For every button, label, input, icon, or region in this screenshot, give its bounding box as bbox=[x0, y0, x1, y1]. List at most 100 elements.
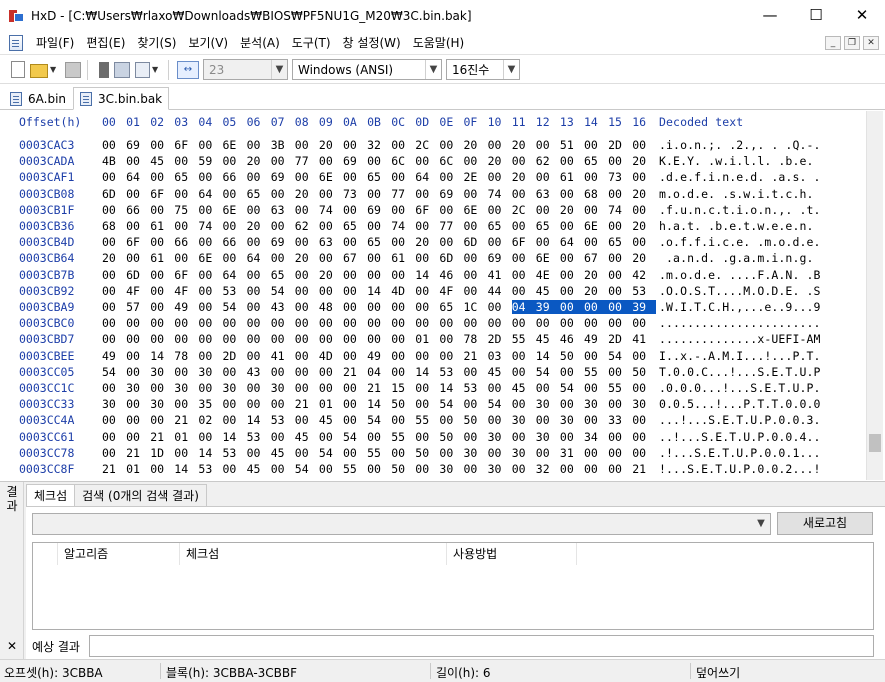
hex-byte[interactable]: 65 bbox=[247, 187, 269, 201]
hex-byte[interactable]: 35 bbox=[198, 397, 220, 411]
hex-byte[interactable]: 00 bbox=[223, 154, 245, 168]
hex-byte[interactable]: 00 bbox=[247, 446, 269, 460]
hex-byte[interactable]: 00 bbox=[198, 349, 220, 363]
offset-base-combo[interactable]: 16진수 ▼ bbox=[446, 59, 520, 80]
hex-byte[interactable]: 00 bbox=[560, 462, 582, 476]
hex-row[interactable]: 0003CAF1 00 64 00 65 00 66 00 69 00 6E 00 65 00 64 00 2E… bbox=[2, 170, 867, 186]
hex-byte[interactable]: 00 bbox=[150, 316, 172, 330]
hex-byte[interactable]: 00 bbox=[198, 316, 220, 330]
hex-byte[interactable]: 00 bbox=[102, 300, 124, 314]
decoded-text[interactable]: .i.o.n.;. .2.,. . .Q.-. bbox=[659, 138, 821, 152]
document-icon[interactable] bbox=[9, 35, 23, 51]
hex-byte[interactable]: 00 bbox=[536, 138, 558, 152]
hex-byte[interactable]: 00 bbox=[464, 365, 486, 379]
hex-byte[interactable]: 6E bbox=[198, 251, 220, 265]
hex-byte[interactable]: 62 bbox=[295, 219, 317, 233]
hex-byte[interactable]: 67 bbox=[584, 251, 606, 265]
hex-byte[interactable]: 3B bbox=[271, 138, 293, 152]
hex-byte[interactable]: 00 bbox=[271, 316, 293, 330]
hex-byte[interactable]: 00 bbox=[464, 316, 486, 330]
hex-byte[interactable]: 61 bbox=[150, 219, 172, 233]
hex-byte[interactable]: 63 bbox=[271, 203, 293, 217]
hex-byte[interactable]: 53 bbox=[223, 446, 245, 460]
hex-byte[interactable]: 55 bbox=[415, 413, 437, 427]
hex-byte[interactable]: 00 bbox=[343, 349, 365, 363]
hex-byte[interactable]: 4D bbox=[391, 284, 413, 298]
copy-icon[interactable] bbox=[114, 61, 130, 78]
hex-byte[interactable]: 00 bbox=[126, 187, 148, 201]
hex-byte[interactable]: 00 bbox=[608, 430, 630, 444]
hex-byte[interactable]: 30 bbox=[584, 397, 606, 411]
hex-byte[interactable]: 00 bbox=[319, 154, 341, 168]
hex-byte[interactable]: 43 bbox=[247, 365, 269, 379]
hex-byte[interactable]: 63 bbox=[536, 187, 558, 201]
hex-byte[interactable]: 00 bbox=[150, 332, 172, 346]
hex-byte[interactable]: 49 bbox=[367, 349, 389, 363]
hex-byte[interactable]: 6D bbox=[126, 268, 148, 282]
hex-byte[interactable]: 41 bbox=[271, 349, 293, 363]
hex-byte[interactable]: 30 bbox=[102, 397, 124, 411]
hex-byte[interactable]: 00 bbox=[343, 332, 365, 346]
hex-byte[interactable]: 00 bbox=[102, 413, 124, 427]
hex-byte[interactable]: 68 bbox=[102, 219, 124, 233]
hex-byte[interactable]: 00 bbox=[102, 268, 124, 282]
hex-byte[interactable]: 30 bbox=[560, 413, 582, 427]
hex-byte[interactable]: 77 bbox=[439, 219, 461, 233]
hex-byte[interactable]: 21 bbox=[464, 349, 486, 363]
hex-byte[interactable]: 00 bbox=[560, 154, 582, 168]
hex-byte[interactable]: 00 bbox=[343, 284, 365, 298]
hex-byte[interactable]: 00 bbox=[439, 349, 461, 363]
hex-byte[interactable]: 20 bbox=[295, 251, 317, 265]
hex-byte[interactable]: 00 bbox=[198, 268, 220, 282]
hex-byte[interactable]: 64 bbox=[198, 187, 220, 201]
hex-byte[interactable]: 21 bbox=[102, 462, 124, 476]
hex-byte[interactable]: 64 bbox=[126, 170, 148, 184]
hex-byte[interactable]: 14 bbox=[415, 365, 437, 379]
hex-byte[interactable]: 00 bbox=[343, 203, 365, 217]
hex-byte[interactable]: 42 bbox=[632, 268, 654, 282]
hex-row[interactable]: 0003CB1F 00 66 00 75 00 6E 00 63 00 74 00 69 00 6F 00 6E… bbox=[2, 203, 867, 219]
hex-byte[interactable]: 65 bbox=[536, 219, 558, 233]
hex-byte[interactable]: 00 bbox=[295, 349, 317, 363]
hex-byte[interactable]: 00 bbox=[223, 462, 245, 476]
hex-byte[interactable]: 14 bbox=[198, 446, 220, 460]
hex-byte[interactable]: 00 bbox=[319, 430, 341, 444]
hex-byte[interactable]: 00 bbox=[559, 300, 584, 314]
hex-byte[interactable]: 50 bbox=[391, 462, 413, 476]
hex-byte[interactable]: 46 bbox=[560, 332, 582, 346]
hex-byte[interactable]: 00 bbox=[367, 251, 389, 265]
menu-help[interactable]: 도움말(H) bbox=[407, 32, 471, 54]
hex-row[interactable]: 0003CB7B 00 6D 00 6F 00 64 00 65 00 20 00 00 00 14 46 00… bbox=[2, 268, 867, 284]
hex-byte[interactable]: 00 bbox=[512, 316, 534, 330]
hex-byte[interactable]: 00 bbox=[560, 251, 582, 265]
hex-byte[interactable]: 00 bbox=[584, 349, 606, 363]
hex-byte[interactable]: 00 bbox=[223, 397, 245, 411]
hex-byte[interactable]: 50 bbox=[439, 430, 461, 444]
hex-byte[interactable]: 59 bbox=[198, 154, 220, 168]
hex-byte[interactable]: 00 bbox=[367, 187, 389, 201]
hex-byte[interactable]: 00 bbox=[536, 203, 558, 217]
hex-byte[interactable]: 6D bbox=[439, 251, 461, 265]
hex-byte[interactable]: 45 bbox=[512, 381, 534, 395]
hex-byte[interactable]: 54 bbox=[608, 349, 630, 363]
hex-byte[interactable]: 00 bbox=[560, 187, 582, 201]
hex-byte[interactable]: 00 bbox=[391, 349, 413, 363]
hex-byte[interactable]: 00 bbox=[343, 138, 365, 152]
hex-byte[interactable]: 14 bbox=[150, 349, 172, 363]
hex-byte[interactable]: 39 bbox=[632, 300, 657, 314]
hex-row[interactable]: 0003CB4D 00 6F 00 66 00 66 00 69 00 63 00 65 00 20 00 6D… bbox=[2, 235, 867, 251]
hex-byte[interactable]: 6F bbox=[126, 235, 148, 249]
hex-byte[interactable]: 49 bbox=[584, 332, 606, 346]
hex-byte[interactable]: 00 bbox=[608, 397, 630, 411]
refresh-button[interactable]: 새로고침 bbox=[777, 512, 873, 535]
hex-byte[interactable]: 50 bbox=[560, 349, 582, 363]
hex-byte[interactable]: 00 bbox=[608, 219, 630, 233]
hex-byte[interactable]: 30 bbox=[126, 381, 148, 395]
hex-byte[interactable]: 00 bbox=[343, 300, 365, 314]
decoded-text[interactable]: ..............x-UEFI-AM bbox=[659, 332, 821, 346]
hex-byte[interactable]: 54 bbox=[488, 397, 510, 411]
hex-byte[interactable]: 55 bbox=[608, 381, 630, 395]
hex-byte[interactable]: 00 bbox=[102, 316, 124, 330]
hex-byte[interactable]: 00 bbox=[464, 187, 486, 201]
hex-byte[interactable]: 65 bbox=[367, 170, 389, 184]
